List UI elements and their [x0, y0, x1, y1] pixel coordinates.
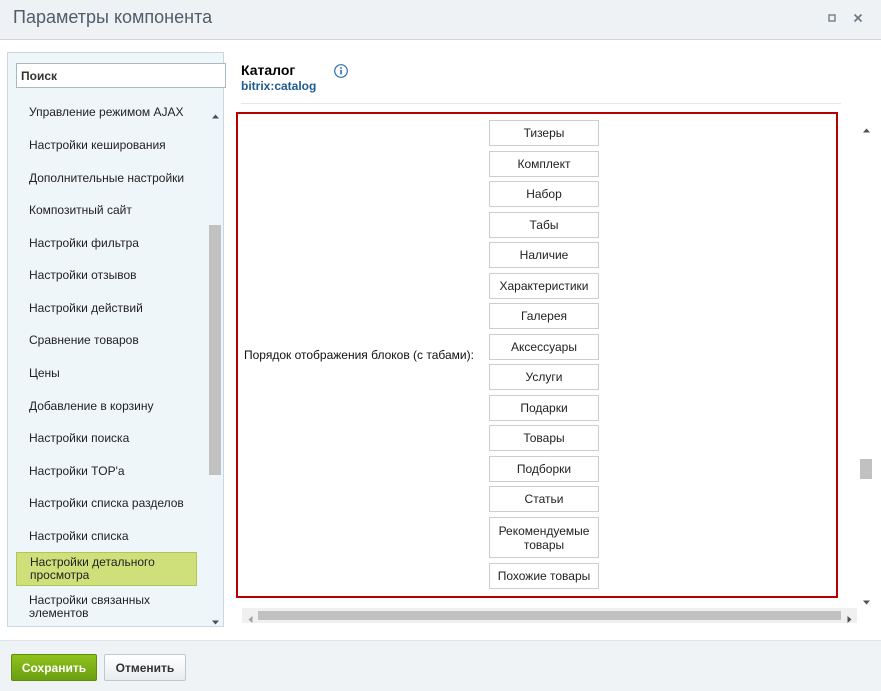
sidebar-item-compare[interactable]: Сравнение товаров — [29, 334, 199, 347]
sidebar: Управление режимом AJAX Настройки кеширо… — [7, 52, 226, 627]
block-item-properties[interactable]: Характеристики — [489, 273, 599, 299]
block-item-availability[interactable]: Наличие — [489, 242, 599, 268]
block-item-collections[interactable]: Подборки — [489, 456, 599, 482]
sidebar-item-prices[interactable]: Цены — [29, 367, 199, 380]
component-title: Каталог — [241, 62, 296, 78]
sidebar-item-related[interactable]: Настройки связанных элементов — [29, 594, 199, 620]
window-titlebar: Параметры компонента — [0, 0, 881, 40]
component-code: bitrix:catalog — [241, 79, 317, 93]
block-item-tabs[interactable]: Табы — [489, 212, 599, 238]
scroll-up-icon[interactable] — [862, 122, 871, 133]
scroll-up-icon[interactable] — [211, 108, 220, 119]
close-icon[interactable] — [851, 11, 865, 25]
sidebar-item-reviews[interactable]: Настройки отзывов — [29, 269, 199, 282]
save-button[interactable]: Сохранить — [11, 654, 97, 681]
block-item-services[interactable]: Услуги — [489, 364, 599, 390]
block-order-field: Порядок отображения блоков (с табами): Т… — [236, 112, 838, 598]
sidebar-item-filter[interactable]: Настройки фильтра — [29, 237, 199, 250]
sidebar-scrollbar[interactable] — [207, 103, 224, 627]
field-label: Порядок отображения блоков (с табами): — [244, 348, 474, 362]
sidebar-item-additional[interactable]: Дополнительные настройки — [29, 172, 199, 185]
search-input[interactable] — [17, 64, 225, 87]
sidebar-item-composite[interactable]: Композитный сайт — [29, 204, 199, 217]
scrollbar-thumb[interactable] — [860, 459, 872, 479]
block-item-accessories[interactable]: Аксессуары — [489, 334, 599, 360]
sidebar-item-caching[interactable]: Настройки кеширования — [29, 139, 199, 152]
sidebar-item-ajax[interactable]: Управление режимом AJAX — [29, 106, 199, 119]
content-scrollbar[interactable] — [859, 119, 874, 608]
scroll-right-icon[interactable] — [845, 611, 854, 623]
scroll-down-icon[interactable] — [211, 614, 220, 625]
scroll-left-icon[interactable] — [246, 611, 255, 623]
block-item-gifts[interactable]: Подарки — [489, 395, 599, 421]
sidebar-item-top[interactable]: Настройки TOP'а — [29, 465, 199, 478]
cancel-button[interactable]: Отменить — [104, 654, 186, 681]
window-title: Параметры компонента — [13, 7, 213, 27]
sidebar-item-actions[interactable]: Настройки действий — [29, 302, 199, 315]
sidebar-item-detail[interactable]: Настройки детального просмотра — [16, 552, 197, 586]
dialog-footer: Сохранить Отменить — [0, 640, 881, 691]
block-item-teasers[interactable]: Тизеры — [489, 120, 599, 146]
sidebar-item-basket[interactable]: Добавление в корзину — [29, 400, 199, 413]
block-item-set[interactable]: Набор — [489, 181, 599, 207]
horizontal-scrollbar[interactable] — [242, 608, 857, 623]
component-header: Каталог bitrix:catalog — [241, 60, 841, 104]
block-item-gallery[interactable]: Галерея — [489, 303, 599, 329]
sidebar-nav: Управление режимом AJAX Настройки кеширо… — [8, 103, 207, 627]
search-box — [16, 63, 226, 88]
scrollbar-thumb[interactable] — [258, 611, 841, 620]
block-item-recommended[interactable]: Рекомендуемые товары — [489, 517, 599, 558]
sidebar-item-list[interactable]: Настройки списка — [29, 530, 199, 543]
scrollbar-thumb[interactable] — [209, 225, 221, 475]
sidebar-item-search[interactable]: Настройки поиска — [29, 432, 199, 445]
scroll-down-icon[interactable] — [862, 594, 871, 605]
block-item-goods[interactable]: Товары — [489, 425, 599, 451]
sidebar-item-section-list[interactable]: Настройки списка разделов — [29, 497, 199, 510]
info-icon[interactable] — [334, 64, 348, 78]
block-item-complect[interactable]: Комплект — [489, 151, 599, 177]
block-item-articles[interactable]: Статьи — [489, 486, 599, 512]
block-item-similar[interactable]: Похожие товары — [489, 563, 599, 589]
maximize-icon[interactable] — [825, 11, 839, 25]
